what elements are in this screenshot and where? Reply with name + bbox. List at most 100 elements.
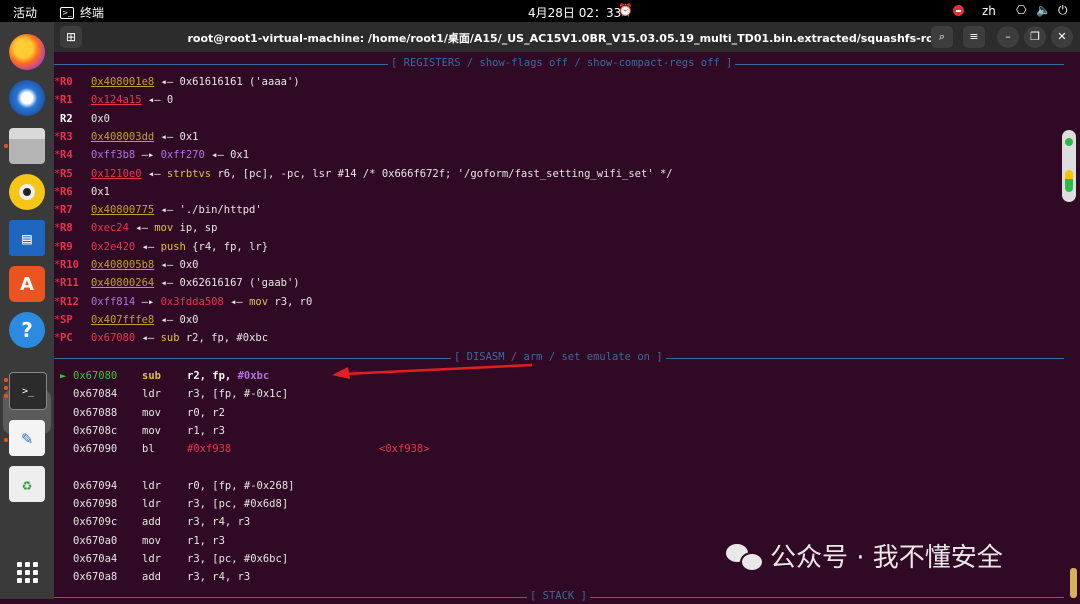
- instruction-address: 0x670a0: [73, 534, 118, 547]
- branch-target: <0xf938>: [379, 443, 430, 456]
- value-part: 0x408005b8: [91, 259, 155, 271]
- close-icon[interactable]: ✕: [1051, 26, 1073, 48]
- register-value: 0x408005b8 ◂— 0x0: [91, 256, 198, 274]
- minimize-icon[interactable]: –: [997, 26, 1019, 48]
- writer-icon[interactable]: ▤: [9, 220, 45, 256]
- instruction-address: 0x67084: [73, 388, 118, 401]
- instruction-operands: r3, r4, r3: [187, 571, 251, 584]
- instruction-operands: r1, r3: [187, 534, 225, 547]
- register-name: SP: [60, 313, 73, 326]
- register-name: R9: [60, 240, 73, 253]
- running-indicator: [4, 394, 8, 398]
- show-apps-icon[interactable]: [9, 554, 45, 590]
- watermark-text: 公众号 · 我不懂安全: [770, 542, 1003, 573]
- value-part: 0x67080: [91, 332, 136, 345]
- thunderbird-icon[interactable]: [9, 80, 45, 116]
- instruction-operands: r3, [fp, #-0x1c]: [187, 388, 289, 401]
- register-name: R2: [60, 112, 73, 125]
- software-icon[interactable]: A: [9, 266, 45, 302]
- firefox-icon[interactable]: [9, 34, 45, 70]
- value-part: —▸: [135, 149, 161, 162]
- instruction-mnemonic: mov: [142, 424, 161, 437]
- running-indicator: [4, 378, 8, 382]
- instruction-operands: r3, [pc, #0x6d8]: [187, 498, 289, 511]
- value-part: 0x1210e0: [91, 167, 142, 180]
- value-part: 0x1: [91, 185, 110, 198]
- scrollbar-thumb[interactable]: [1070, 568, 1077, 598]
- instruction-mnemonic: ldr: [142, 498, 161, 511]
- files-icon[interactable]: [9, 128, 45, 164]
- register-name: R5: [60, 167, 73, 180]
- value-part: 0x124a15: [91, 94, 142, 107]
- value-part: mov: [249, 295, 269, 308]
- text-editor-icon[interactable]: ✎: [9, 420, 45, 456]
- value-part: push: [160, 240, 186, 253]
- value-part: 0xec24: [91, 222, 129, 235]
- instruction-address: 0x67094: [73, 479, 118, 492]
- running-indicator: [4, 386, 8, 390]
- top-bar: 活动 >_ 终端 4月28日 02：33 ⏰ zh ⎔ 🔈 ⏻: [0, 0, 1080, 22]
- value-part: r3, r0: [268, 295, 313, 308]
- value-part: 0x2e420: [91, 240, 136, 253]
- value-part: strbtvs: [166, 167, 212, 180]
- recording-icon[interactable]: [953, 5, 964, 16]
- maximize-icon[interactable]: ❐: [1024, 26, 1046, 48]
- value-part: 0xff814: [91, 295, 136, 308]
- value-part: ◂— 0: [141, 94, 174, 107]
- power-icon[interactable]: ⏻: [1058, 3, 1068, 18]
- register-name: R4: [60, 149, 73, 162]
- instruction-address: 0x670a4: [73, 553, 118, 565]
- help-icon[interactable]: ?: [9, 312, 45, 348]
- instruction-mnemonic: ldr: [142, 388, 161, 401]
- register-name: R11: [60, 277, 79, 290]
- register-value: 0x40800264 ◂— 0x62616167 ('gaab'): [91, 274, 300, 292]
- instruction-mnemonic: ldr: [142, 479, 161, 492]
- value-part: ◂—: [135, 332, 161, 345]
- register-name: R12: [60, 295, 79, 308]
- trash-icon[interactable]: ♻: [9, 466, 45, 502]
- instruction-address: 0x67090: [73, 443, 118, 456]
- value-part: ◂— 0x0: [154, 313, 199, 326]
- register-name: R0: [60, 76, 73, 88]
- value-part: 0x0: [91, 112, 110, 125]
- register-value: 0x124a15 ◂— 0: [91, 91, 173, 109]
- instruction-operands: r3, r4, r3: [187, 516, 251, 529]
- value-part: ip, sp: [173, 222, 218, 235]
- alarm-icon: ⏰: [618, 3, 633, 17]
- terminal-icon[interactable]: >_: [9, 372, 47, 410]
- value-part: 0x407fffe8: [91, 313, 155, 326]
- instruction-mnemonic: mov: [142, 406, 161, 419]
- clock[interactable]: 4月28日 02：33: [528, 4, 621, 21]
- instruction-mnemonic: add: [142, 516, 161, 529]
- value-part: 0x408001e8: [91, 76, 155, 88]
- terminal-output[interactable]: [ REGISTERS / show-flags off / show-comp…: [54, 52, 1080, 602]
- instruction-operands: r2, fp, #0xbc: [187, 370, 270, 382]
- network-icon[interactable]: ⎔: [1016, 3, 1026, 17]
- value-part: r6, [pc], -pc, lsr #14 /* 0x666f672f; '/…: [211, 167, 673, 180]
- red-arrow-annotation: [332, 363, 532, 379]
- hamburger-menu-icon[interactable]: ≡: [963, 26, 985, 48]
- input-method[interactable]: zh: [982, 4, 996, 18]
- activities-button[interactable]: 活动: [13, 4, 37, 21]
- instruction-address: 0x6709c: [73, 516, 118, 529]
- register-value: 0xec24 ◂— mov ip, sp: [91, 219, 217, 237]
- value-part: ◂—: [223, 295, 250, 308]
- watermark: 公众号 · 我不懂安全: [724, 537, 1003, 573]
- app-name: 终端: [80, 6, 105, 20]
- app-menu[interactable]: >_ 终端: [60, 4, 104, 21]
- value-part: ◂—: [135, 240, 161, 253]
- register-name: PC: [60, 332, 73, 345]
- register-value: 0x1210e0 ◂— strbtvs r6, [pc], -pc, lsr #…: [91, 165, 673, 183]
- register-value: 0x408003dd ◂— 0x1: [91, 128, 198, 146]
- terminal-small-icon: >_: [60, 6, 74, 19]
- volume-icon[interactable]: 🔈: [1036, 3, 1051, 17]
- register-value: 0x40800775 ◂— './bin/httpd': [91, 201, 262, 219]
- running-indicator: [4, 438, 8, 442]
- current-instruction-icon: ►: [60, 370, 67, 382]
- rhythmbox-icon[interactable]: [9, 174, 45, 210]
- search-icon[interactable]: ⌕: [931, 26, 953, 48]
- running-indicator: [4, 144, 8, 148]
- value-part: 0x3fdda508: [160, 295, 224, 308]
- value-part: ◂— './bin/httpd': [154, 204, 262, 217]
- value-part: ◂—: [141, 167, 167, 180]
